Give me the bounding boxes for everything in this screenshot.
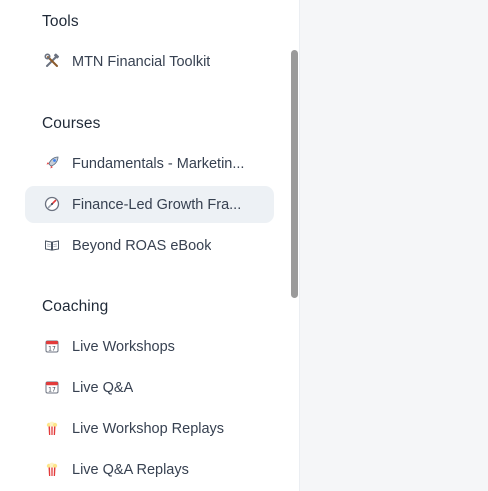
sidebar-item-label: MTN Financial Toolkit bbox=[72, 53, 211, 70]
open-book-icon bbox=[44, 237, 62, 255]
popcorn-icon bbox=[44, 420, 62, 438]
sidebar-item-live-qa-replays[interactable]: Live Q&A Replays bbox=[25, 451, 274, 488]
sidebar-item-beyond-roas-ebook[interactable]: Beyond ROAS eBook bbox=[25, 227, 274, 264]
svg-text:17: 17 bbox=[48, 386, 56, 393]
sidebar-item-label: Beyond ROAS eBook bbox=[72, 237, 212, 254]
sidebar: Tools MTN Financial Toolkit Courses Fund… bbox=[0, 0, 300, 491]
hammer-wrench-icon bbox=[44, 52, 62, 71]
section-heading-tools: Tools bbox=[42, 13, 79, 30]
calendar-icon: 17 bbox=[44, 338, 62, 356]
main-content-area bbox=[300, 0, 488, 491]
calendar-icon: 17 bbox=[44, 379, 62, 397]
section-heading-coaching: Coaching bbox=[42, 298, 109, 315]
sidebar-item-mtn-financial-toolkit[interactable]: MTN Financial Toolkit bbox=[25, 43, 274, 80]
sidebar-item-live-workshop-replays[interactable]: Live Workshop Replays bbox=[25, 410, 274, 447]
popcorn-icon bbox=[44, 461, 62, 479]
sidebar-item-live-qa[interactable]: 17 Live Q&A bbox=[25, 369, 274, 406]
sidebar-item-finance-led-growth[interactable]: Finance-Led Growth Fra... bbox=[25, 186, 274, 223]
sidebar-item-label: Live Workshops bbox=[72, 338, 175, 355]
app-window: Tools MTN Financial Toolkit Courses Fund… bbox=[0, 0, 488, 491]
sidebar-item-label: Live Q&A bbox=[72, 379, 134, 396]
compass-icon bbox=[44, 196, 62, 214]
sidebar-item-live-workshops[interactable]: 17 Live Workshops bbox=[25, 328, 274, 365]
sidebar-item-label: Finance-Led Growth Fra... bbox=[72, 196, 242, 213]
sidebar-item-label: Live Workshop Replays bbox=[72, 420, 225, 437]
sidebar-scrollbar[interactable] bbox=[291, 50, 298, 298]
section-heading-courses: Courses bbox=[42, 115, 101, 132]
sidebar-item-fundamentals-marketing[interactable]: Fundamentals - Marketin... bbox=[25, 145, 274, 182]
rocket-icon bbox=[44, 155, 62, 173]
sidebar-item-label: Live Q&A Replays bbox=[72, 461, 189, 478]
svg-text:17: 17 bbox=[48, 345, 56, 352]
sidebar-item-label: Fundamentals - Marketin... bbox=[72, 155, 245, 172]
